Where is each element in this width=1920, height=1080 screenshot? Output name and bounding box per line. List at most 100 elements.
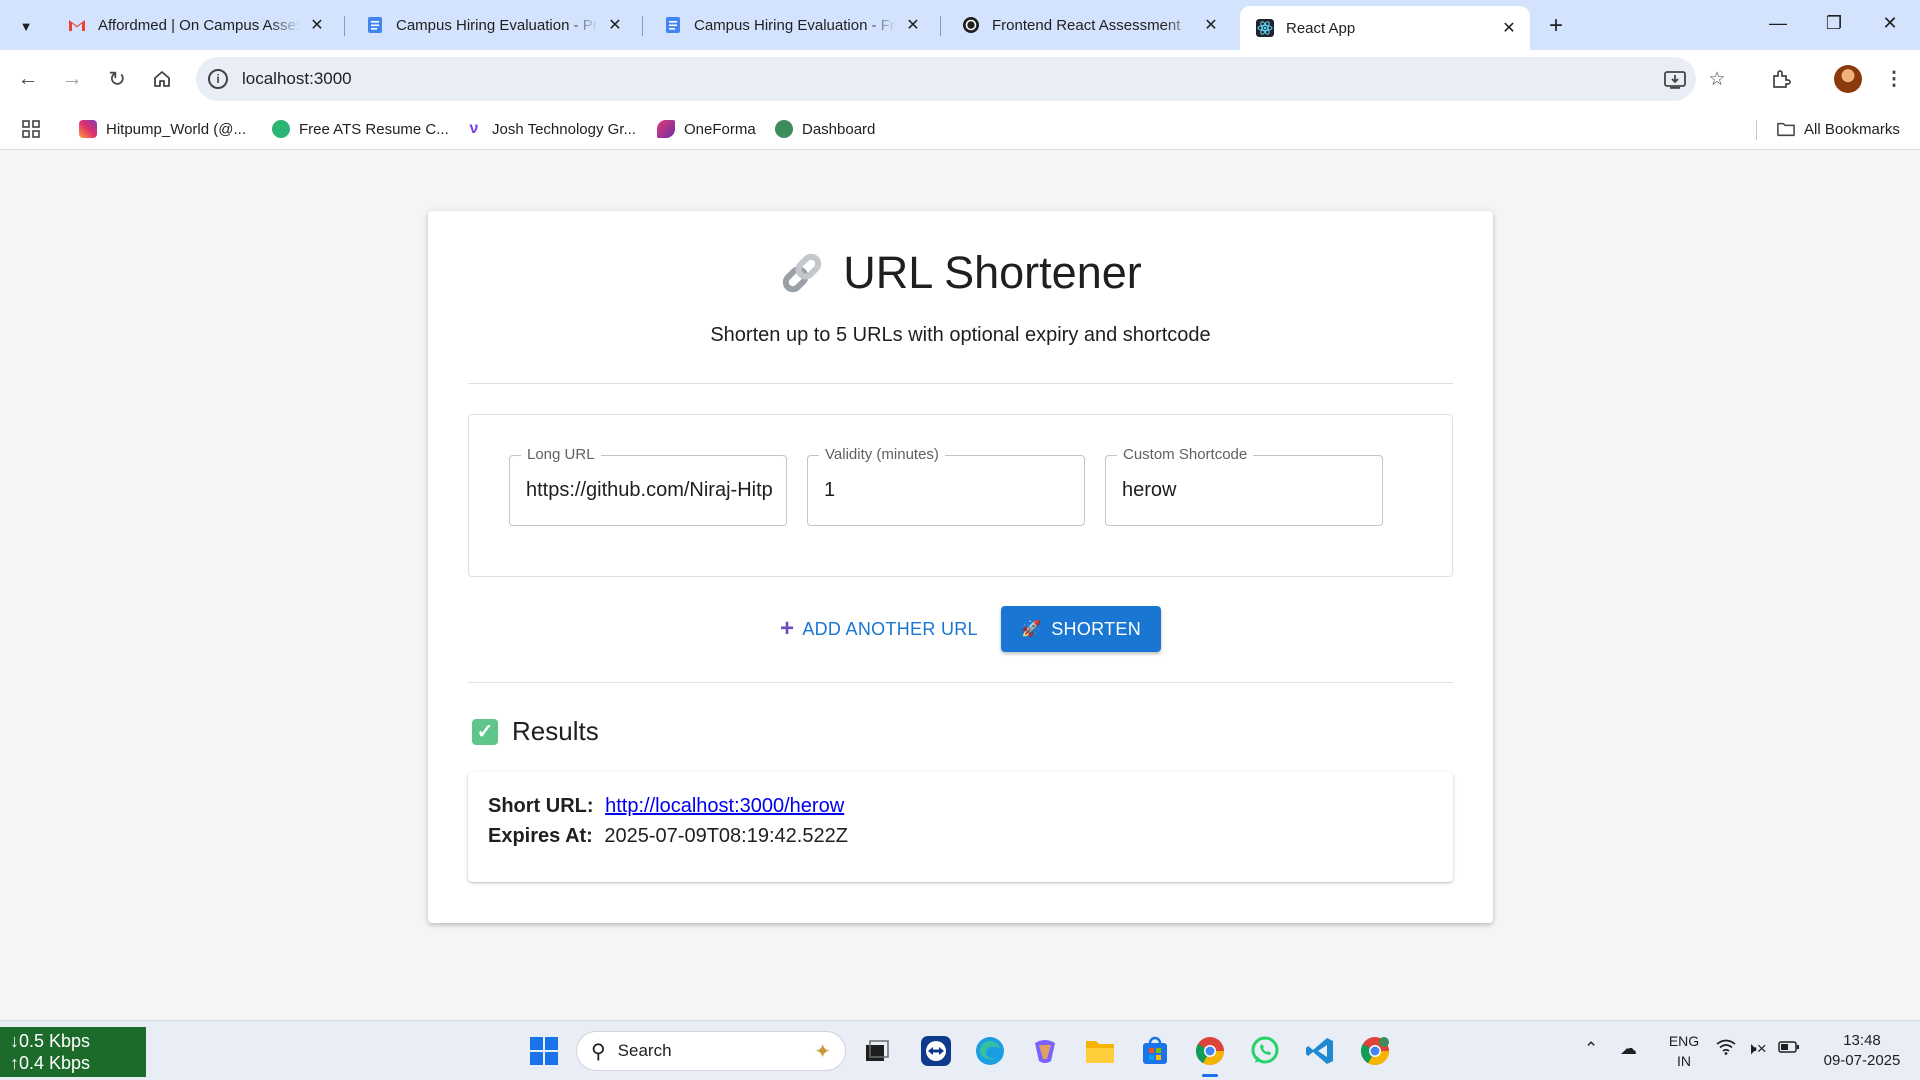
bookmarks-separator [1756,120,1757,140]
tab-campus-hiring-frontend[interactable]: Campus Hiring Evaluation - Frontend ✕ [648,6,934,44]
url-form-row: Long URL https://github.com/Niraj-Hitpum… [468,414,1453,577]
restore-icon[interactable]: ❐ [1814,8,1854,38]
bookmark-hitpump-world[interactable]: Hitpump_World (@... [79,116,246,142]
onedrive-offline-icon[interactable]: ☁ [1620,1039,1637,1059]
tab-campus-hiring-pre[interactable]: Campus Hiring Evaluation - Pre-Test Setu… [350,6,636,44]
reload-icon[interactable]: ↻ [101,63,133,95]
vscode-icon[interactable] [1302,1033,1338,1069]
tab-close-icon[interactable]: ✕ [902,14,924,36]
openai-icon [963,17,979,33]
react-icon [1256,19,1274,37]
dashboard-icon [775,120,793,138]
net-up-row: ↑0.4 Kbps [10,1053,91,1073]
rocket-icon: 🚀 [1020,621,1042,638]
show-hidden-icons-chevron[interactable]: ⌃ [1584,1039,1598,1059]
short-url-label: Short URL: [488,795,594,817]
close-window-icon[interactable]: ✕ [1870,8,1910,38]
josh-icon: ν [469,120,479,137]
tab-title: Frontend React Assessment [992,16,1181,34]
tab-close-icon[interactable]: ✕ [1498,17,1520,39]
profile-avatar[interactable] [1834,65,1862,93]
address-url[interactable]: localhost:3000 [242,69,352,89]
tab-frontend-react-assessment[interactable]: Frontend React Assessment ✕ [946,6,1232,44]
whatsapp-icon[interactable] [1247,1033,1283,1069]
chrome-icon[interactable] [1192,1033,1228,1069]
tab-search-chevron-icon[interactable]: ▼ [10,10,42,42]
short-url-row: Short URL: http://localhost:3000/herow [488,795,844,818]
chrome-profile-icon[interactable] [1357,1033,1393,1069]
bookmark-free-ats-resume[interactable]: Free ATS Resume C... [272,116,449,142]
bookmark-josh-technology[interactable]: ν Josh Technology Gr... [465,116,636,142]
bookmark-label: Josh Technology Gr... [492,120,636,138]
microsoft-store-icon[interactable] [1137,1033,1173,1069]
start-button[interactable] [526,1033,562,1069]
shorten-button[interactable]: 🚀 SHORTEN [1001,606,1161,652]
tab-react-app[interactable]: React App ✕ [1240,6,1530,50]
custom-shortcode-field[interactable]: Custom Shortcode herow [1105,446,1383,526]
browser-toolbar: ← → ↻ i localhost:3000 ☆ ⋮ [0,50,1920,108]
bookmark-oneforma[interactable]: OneForma [657,116,756,142]
edge-icon[interactable] [972,1033,1008,1069]
system-clock[interactable]: 13:48 09-07-2025 [1818,1031,1906,1071]
validity-input[interactable]: 1 [824,479,1070,502]
battery-icon[interactable] [1778,1039,1800,1059]
long-url-label: Long URL [521,446,601,463]
bookmark-dashboard[interactable]: Dashboard [775,116,875,142]
minimize-icon[interactable]: — [1758,8,1798,38]
copilot-icon[interactable] [1027,1033,1063,1069]
task-view-icon[interactable] [859,1033,895,1069]
folder-icon [1777,122,1795,137]
expires-at-value: 2025-07-09T08:19:42.522Z [604,825,848,847]
link-icon [783,253,822,293]
shorten-label: SHORTEN [1051,618,1141,639]
bookmark-label: Dashboard [802,120,876,138]
wifi-icon[interactable] [1716,1039,1736,1060]
volume-muted-icon[interactable]: 🕨× [1746,1039,1767,1059]
home-icon[interactable] [146,63,178,95]
tab-title: Campus Hiring Evaluation - Pre-Test Setu… [396,16,598,34]
tab-close-icon[interactable]: ✕ [1200,14,1222,36]
tab-title: Affordmed | On Campus Assessment [98,16,300,34]
forward-arrow-icon[interactable]: → [56,63,88,95]
extensions-icon[interactable] [1765,63,1797,95]
tab-affordmed[interactable]: Affordmed | On Campus Assessment ✕ [52,6,338,44]
short-url-link[interactable]: http://localhost:3000/herow [605,795,844,817]
validity-label: Validity (minutes) [819,446,945,463]
site-info-icon[interactable]: i [208,69,228,89]
resume-icon [272,120,290,138]
all-bookmarks[interactable]: All Bookmarks [1777,116,1900,142]
result-item: Short URL: http://localhost:3000/herow E… [468,772,1453,882]
bookmark-star-icon[interactable]: ☆ [1701,63,1733,95]
page-subtitle: Shorten up to 5 URLs with optional expir… [710,324,1211,346]
all-bookmarks-label: All Bookmarks [1804,120,1900,138]
file-explorer-icon[interactable] [1082,1033,1118,1069]
tab-close-icon[interactable]: ✕ [306,14,328,36]
tab-close-icon[interactable]: ✕ [604,14,626,36]
expires-at-row: Expires At: 2025-07-09T08:19:42.522Z [488,825,848,848]
lang-top: ENG [1668,1033,1700,1049]
taskbar-search[interactable]: ⚲ Search ✦ [576,1031,846,1071]
long-url-field[interactable]: Long URL https://github.com/Niraj-Hitpum… [509,446,787,526]
results-title: Results [512,716,599,746]
page-heading: URL Shortener [428,247,1493,299]
check-mark-icon: ✓ [472,718,498,745]
address-bar[interactable]: i localhost:3000 [196,57,1696,101]
language-indicator[interactable]: ENG IN [1664,1031,1704,1071]
back-arrow-icon[interactable]: ← [12,63,44,95]
lang-bottom: IN [1677,1053,1691,1069]
apps-grid-icon[interactable] [22,116,40,142]
new-tab-plus-icon[interactable]: + [1542,12,1570,40]
long-url-input[interactable]: https://github.com/Niraj-Hitpump [526,479,772,502]
teamviewer-icon[interactable] [918,1033,954,1069]
install-app-icon[interactable] [1662,67,1688,93]
instagram-icon [79,120,97,138]
custom-shortcode-input[interactable]: herow [1122,479,1368,502]
oneforma-icon [657,120,675,138]
search-icon: ⚲ [591,1040,606,1063]
validity-field[interactable]: Validity (minutes) 1 [807,446,1085,526]
page-title: URL Shortener [843,247,1142,298]
add-another-url-button[interactable]: + ADD ANOTHER URL [770,607,988,651]
net-up: 0.4 Kbps [19,1053,91,1073]
docs-icon [666,17,680,33]
menu-kebab-icon[interactable]: ⋮ [1878,63,1910,95]
